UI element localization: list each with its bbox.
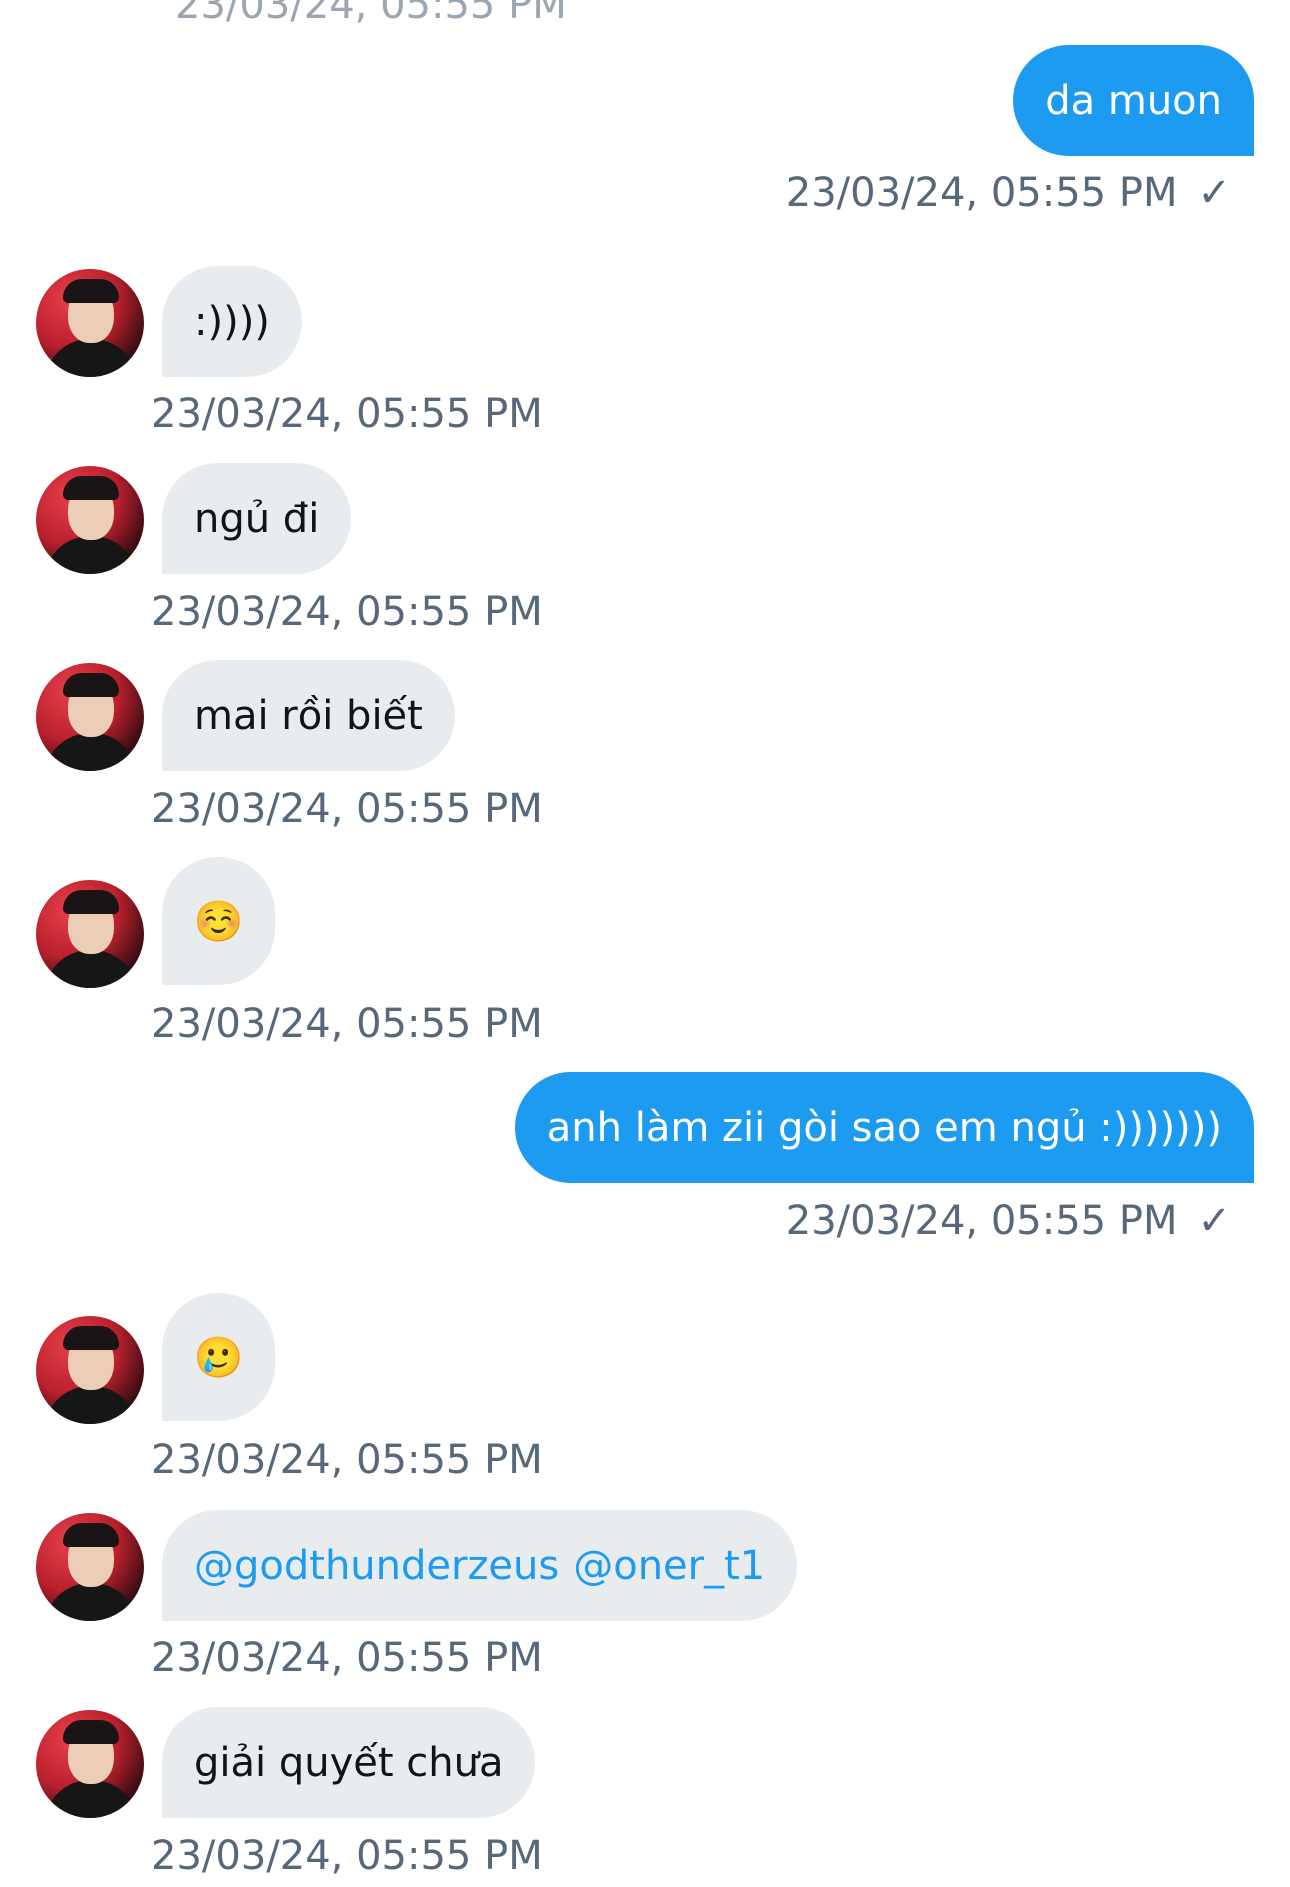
timestamp-text: 23/03/24, 05:55 PM	[785, 170, 1178, 216]
message-timestamp: 23/03/24, 05:55 PM	[151, 1635, 543, 1681]
message-text: giải quyết chưa	[194, 1739, 504, 1786]
incoming-emoji-bubble[interactable]: 🥲	[162, 1293, 275, 1421]
message-text: ngủ đi	[194, 495, 320, 542]
sender-avatar[interactable]	[36, 269, 144, 377]
sent-check-icon: ✓	[1197, 1198, 1231, 1244]
incoming-message-bubble[interactable]: ngủ đi	[162, 463, 352, 574]
incoming-message-bubble[interactable]: :))))	[162, 266, 302, 377]
mention-link-godthunderzeus[interactable]: @godthunderzeus	[194, 1543, 559, 1589]
message-timestamp: 23/03/24, 05:55 PM	[151, 391, 543, 437]
sender-avatar[interactable]	[36, 663, 144, 771]
message-timestamp: 23/03/24, 05:55 PM	[151, 1001, 543, 1047]
message-timestamp: 23/03/24, 05:55 PM ✓	[786, 1201, 1231, 1241]
message-timestamp: 23/03/24, 05:55 PM	[151, 1437, 543, 1483]
sender-avatar[interactable]	[36, 466, 144, 574]
message-text: :))))	[194, 298, 270, 345]
sender-avatar[interactable]	[36, 880, 144, 988]
incoming-message-bubble[interactable]: giải quyết chưa	[162, 1707, 536, 1818]
sender-avatar[interactable]	[36, 1710, 144, 1818]
message-text: da muon	[1045, 77, 1222, 124]
smiling-face-with-tear-emoji: 🥲	[193, 1334, 244, 1381]
message-text: anh làm zii gòi sao em ngủ :)))))))	[546, 1104, 1222, 1151]
sender-avatar[interactable]	[36, 1316, 144, 1424]
mention-link-oner-t1[interactable]: @oner_t1	[573, 1543, 765, 1589]
incoming-emoji-bubble[interactable]: ☺️	[162, 857, 275, 985]
previous-timestamp-partial: 23/03/24, 05:55 PM	[175, 0, 567, 28]
sender-avatar[interactable]	[36, 1513, 144, 1621]
message-text: mai rồi biết	[194, 692, 423, 739]
message-timestamp: 23/03/24, 05:55 PM	[151, 1833, 543, 1879]
timestamp-text: 23/03/24, 05:55 PM	[785, 1198, 1178, 1244]
message-timestamp: 23/03/24, 05:55 PM ✓	[786, 173, 1231, 213]
outgoing-message-bubble[interactable]: anh làm zii gòi sao em ngủ :)))))))	[514, 1072, 1254, 1183]
incoming-message-bubble[interactable]: mai rồi biết	[162, 660, 455, 771]
message-timestamp: 23/03/24, 05:55 PM	[151, 786, 543, 832]
smiling-face-emoji: ☺️	[193, 898, 244, 945]
incoming-message-bubble[interactable]: @godthunderzeus @oner_t1	[162, 1510, 798, 1621]
outgoing-message-bubble[interactable]: da muon	[1013, 45, 1254, 156]
message-timestamp: 23/03/24, 05:55 PM	[151, 589, 543, 635]
sent-check-icon: ✓	[1197, 170, 1231, 216]
